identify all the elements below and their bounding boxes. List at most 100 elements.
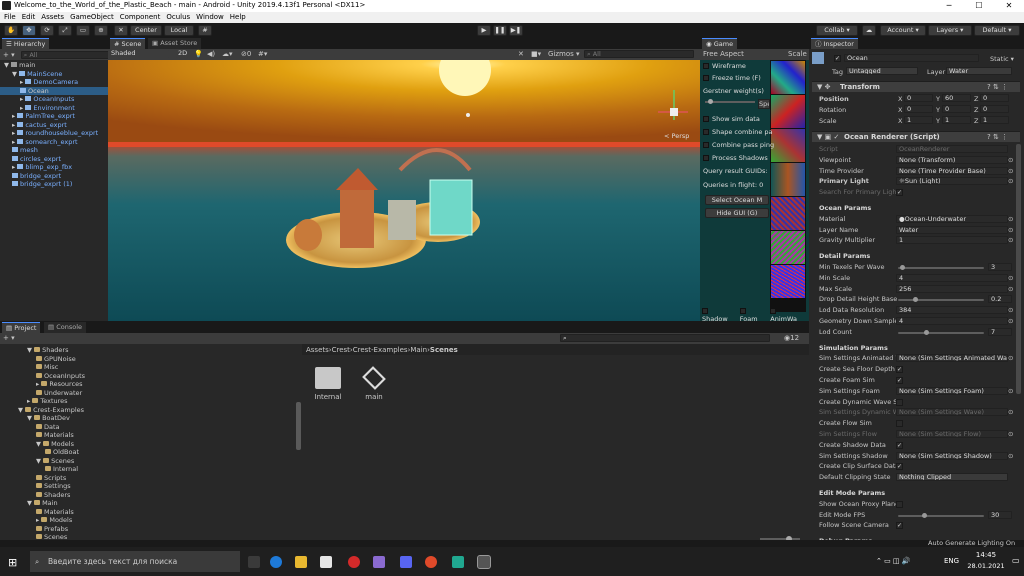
tree-scrollbar[interactable]: [296, 402, 301, 450]
aspect-dropdown[interactable]: Free Aspect: [703, 50, 744, 58]
foldout-arrow-icon[interactable]: ▼: [4, 61, 11, 69]
project-search-input[interactable]: ⌕: [560, 334, 770, 342]
menu-window[interactable]: Window: [196, 12, 224, 23]
property-checkbox[interactable]: ✓: [896, 463, 903, 471]
object-name-field[interactable]: Ocean: [844, 54, 979, 62]
project-folder-item[interactable]: OldBoat: [0, 448, 296, 457]
checkbox[interactable]: [703, 63, 709, 69]
transform-x-field[interactable]: 0: [904, 105, 933, 113]
rect-tool-button[interactable]: ▭: [76, 25, 90, 36]
object-picker-icon[interactable]: ⊙: [1008, 408, 1013, 416]
hierarchy-item[interactable]: ▼ MainScene: [0, 70, 108, 79]
chrome-icon[interactable]: [425, 556, 437, 568]
menu-gameobject[interactable]: GameObject: [70, 12, 114, 23]
transform-z-field[interactable]: 0: [980, 105, 1009, 113]
checkbox[interactable]: [739, 308, 746, 314]
object-picker-icon[interactable]: ⊙: [1008, 430, 1013, 438]
task-view-icon[interactable]: [248, 556, 260, 568]
checkbox[interactable]: [770, 308, 777, 314]
inspector-tab[interactable]: ⓘ Inspector: [811, 38, 858, 49]
property-checkbox[interactable]: ✓: [896, 441, 903, 449]
property-checkbox[interactable]: ✓: [896, 522, 903, 530]
taskbar-date[interactable]: 28.01.2021: [966, 562, 1006, 570]
checkbox[interactable]: [703, 129, 709, 135]
property-field[interactable]: ●Ocean-Underwater: [896, 214, 1008, 223]
game-option[interactable]: Combine pass ping: [703, 140, 774, 150]
foldout-arrow-icon[interactable]: ▼: [36, 457, 43, 465]
hierarchy-item[interactable]: ▸ roundhouseblue_exprt: [0, 129, 108, 138]
breadcrumb-item[interactable]: Assets: [306, 346, 329, 354]
hierarchy-item[interactable]: Ocean: [0, 86, 108, 95]
property-slider[interactable]: [898, 267, 984, 269]
project-folder-item[interactable]: ▼ Crest-Examples: [0, 406, 296, 415]
scene-tab[interactable]: # Scene: [110, 38, 146, 49]
project-folder-item[interactable]: OceanInputs: [0, 372, 296, 381]
foldout-arrow-icon[interactable]: ▼: [18, 406, 25, 414]
menu-oculus[interactable]: Oculus: [166, 12, 190, 23]
hierarchy-item[interactable]: ▸ OceanInputs: [0, 95, 108, 104]
2d-toggle[interactable]: 2D: [176, 50, 188, 58]
hierarchy-item[interactable]: ▸ PalmTree_exprt: [0, 112, 108, 121]
slider-knob[interactable]: [921, 512, 927, 518]
object-picker-icon[interactable]: ⊙: [1008, 177, 1013, 185]
move-tool-button[interactable]: ✥: [22, 25, 36, 36]
notifications-icon[interactable]: ▭: [1012, 556, 1020, 565]
property-checkbox[interactable]: ✓: [896, 189, 903, 197]
camera-icon[interactable]: ■▾: [531, 50, 541, 58]
windows-start-icon[interactable]: ⊞: [8, 556, 17, 569]
object-picker-icon[interactable]: ⊙: [1008, 274, 1013, 282]
project-folder-item[interactable]: Data: [0, 423, 296, 432]
property-checkbox[interactable]: [896, 500, 903, 508]
game-bottom-toggle[interactable]: Shadow: [702, 307, 734, 323]
discord-icon[interactable]: [400, 556, 412, 568]
property-field[interactable]: 384: [896, 306, 1008, 315]
project-folder-item[interactable]: ▼ Models: [0, 440, 296, 449]
ocean-renderer-header[interactable]: ▼ ▣ ✓ Ocean Renderer (Script)? ⇅ ⋮: [812, 131, 1020, 142]
object-picker-icon[interactable]: ⊙: [1008, 354, 1013, 362]
project-folder-item[interactable]: Misc: [0, 363, 296, 372]
property-field[interactable]: None (Sim Settings Foam): [896, 386, 1008, 395]
project-folder-item[interactable]: Internal: [0, 465, 296, 474]
maximize-button[interactable]: ☐: [964, 0, 994, 12]
breadcrumb-item[interactable]: Crest: [332, 346, 350, 354]
checkbox[interactable]: [703, 142, 709, 148]
hierarchy-item[interactable]: ▸ cactus_exprt: [0, 121, 108, 130]
property-checkbox[interactable]: [896, 420, 903, 428]
menu-help[interactable]: Help: [230, 12, 246, 23]
inspector-scrollbar[interactable]: [1016, 144, 1021, 394]
transform-x-field[interactable]: 1: [904, 116, 933, 124]
game-option[interactable]: Wireframe: [703, 61, 746, 71]
gizmos-dropdown[interactable]: Gizmos ▾: [548, 50, 580, 58]
project-folder-item[interactable]: GPUNoise: [0, 355, 296, 364]
effects-icon[interactable]: ☁▾: [222, 50, 233, 58]
property-slider[interactable]: [898, 514, 984, 517]
project-folder-item[interactable]: ▸ Textures: [0, 397, 296, 406]
project-create-button[interactable]: + ▾: [3, 334, 15, 342]
pivot-mode-button[interactable]: Center: [130, 25, 162, 36]
audio-icon[interactable]: ◀): [207, 50, 215, 58]
object-picker-icon[interactable]: ⊙: [1008, 452, 1013, 460]
project-folder-item[interactable]: ▼ Scenes: [0, 457, 296, 466]
checkbox[interactable]: [703, 116, 709, 122]
project-folder-item[interactable]: Prefabs: [0, 525, 296, 534]
game-option[interactable]: Shape combine pa: [703, 127, 773, 137]
file-explorer-icon[interactable]: [295, 556, 307, 568]
breadcrumb-item[interactable]: Main: [410, 346, 427, 354]
scale-tool-button[interactable]: ⤢: [58, 25, 72, 36]
property-checkbox[interactable]: ✓: [896, 366, 903, 374]
object-picker-icon[interactable]: ⊙: [1008, 317, 1013, 325]
select-ocean-button[interactable]: Select Ocean M: [705, 195, 769, 205]
hide-gui-button[interactable]: Hide GUI (G): [705, 208, 769, 218]
account-dropdown[interactable]: Account ▾: [880, 25, 926, 36]
slider-value-field[interactable]: 3: [988, 263, 1012, 271]
hierarchy-item[interactable]: mesh: [0, 146, 108, 155]
game-option[interactable]: Show sim data: [703, 114, 760, 124]
project-folder-item[interactable]: ▸ Resources: [0, 380, 296, 389]
hierarchy-item[interactable]: ▸ somearch_exprt: [0, 138, 108, 147]
object-picker-icon[interactable]: ⊙: [1008, 226, 1013, 234]
game-bottom-toggle[interactable]: Foam: [739, 307, 765, 323]
slider-value-field[interactable]: 7: [988, 327, 1012, 336]
property-field[interactable]: 4: [896, 317, 1008, 325]
project-folder-item[interactable]: Underwater: [0, 389, 296, 398]
project-folder-item[interactable]: ▸ Models: [0, 516, 296, 525]
